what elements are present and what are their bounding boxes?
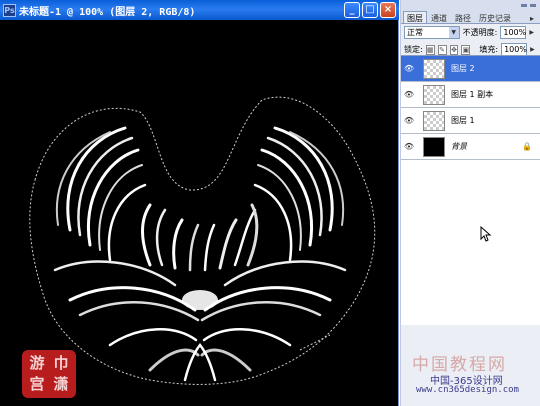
- lock-label: 锁定:: [404, 45, 423, 54]
- chevron-down-icon: ▼: [448, 27, 459, 38]
- panel-close-icon[interactable]: [530, 3, 536, 7]
- document-title-bar[interactable]: Ps 未标题-1 @ 100% (图层 2, RGB/8) _ □ ×: [0, 0, 399, 20]
- seal-char: 巾: [53, 354, 69, 372]
- layers-list: 👁 图层 2 👁 图层 1 副本 👁 图层 1 👁 背景 🔒: [401, 55, 540, 325]
- opacity-input[interactable]: 100%: [500, 26, 527, 39]
- lock-position-icon[interactable]: ✥: [449, 44, 459, 55]
- layer-name: 背景: [451, 142, 467, 151]
- layer-row[interactable]: 👁 图层 1 副本: [401, 82, 540, 108]
- selection-marquee: [29, 96, 376, 385]
- photoshop-icon: Ps: [3, 3, 16, 17]
- layers-panel: 图层 通道 路径 历史记录 ▸ 正常 ▼ 不透明度: 100% ▶ 锁定: ▦ …: [400, 0, 540, 406]
- fill-label: 填充:: [479, 45, 499, 54]
- layer-thumbnail: [423, 110, 445, 131]
- document-title: 未标题-1 @ 100% (图层 2, RGB/8): [19, 6, 196, 18]
- feather-streaks: [53, 126, 347, 382]
- tab-channels[interactable]: 通道: [427, 11, 451, 23]
- document-window: Ps 未标题-1 @ 100% (图层 2, RGB/8) _ □ × 游 巾 …: [0, 0, 399, 406]
- layer-thumbnail: [423, 58, 445, 79]
- blend-row: 正常 ▼ 不透明度: 100% ▶: [401, 24, 540, 41]
- panel-collapse-icon[interactable]: [521, 3, 527, 7]
- panel-menu-icon[interactable]: ▸: [530, 14, 540, 23]
- blend-mode-select[interactable]: 正常 ▼: [404, 26, 460, 39]
- opacity-slider-arrow[interactable]: ▶: [529, 26, 537, 39]
- layer-thumbnail: [423, 136, 445, 157]
- mouse-cursor-icon: [480, 226, 492, 242]
- red-seal-stamp: 游 巾 宫 潇: [22, 350, 76, 398]
- lock-transparency-icon[interactable]: ▦: [425, 44, 435, 55]
- close-button[interactable]: ×: [380, 2, 396, 18]
- lock-icon: 🔒: [522, 142, 532, 151]
- seal-char: 潇: [53, 375, 69, 393]
- layer-row[interactable]: 👁 图层 1: [401, 108, 540, 134]
- tab-layers[interactable]: 图层: [403, 11, 427, 23]
- eye-icon[interactable]: 👁: [401, 90, 417, 99]
- minimize-button[interactable]: _: [344, 2, 360, 18]
- layer-name: 图层 2: [451, 64, 475, 73]
- eye-icon[interactable]: 👁: [401, 64, 417, 73]
- opacity-label: 不透明度:: [462, 28, 498, 37]
- tab-history[interactable]: 历史记录: [475, 11, 515, 23]
- lock-pixels-icon[interactable]: ✎: [437, 44, 447, 55]
- layer-thumbnail: [423, 84, 445, 105]
- eye-icon[interactable]: 👁: [401, 116, 417, 125]
- eye-icon[interactable]: 👁: [401, 142, 417, 151]
- layer-row[interactable]: 👁 图层 2: [401, 56, 540, 82]
- lock-all-icon[interactable]: ▣: [461, 44, 471, 55]
- canvas[interactable]: 游 巾 宫 潇: [0, 20, 398, 406]
- maximize-button[interactable]: □: [362, 2, 378, 18]
- seal-char: 游: [29, 354, 45, 372]
- seal-char: 宫: [29, 375, 45, 393]
- artwork: [29, 96, 376, 385]
- watermark-url: www.cn365design.com: [416, 385, 519, 395]
- panel-grip[interactable]: [401, 0, 540, 10]
- tab-paths[interactable]: 路径: [451, 11, 475, 23]
- layer-name: 图层 1 副本: [451, 90, 494, 99]
- panel-tabs: 图层 通道 路径 历史记录 ▸: [401, 10, 540, 24]
- blend-mode-value: 正常: [407, 28, 423, 37]
- layer-row[interactable]: 👁 背景 🔒: [401, 134, 540, 160]
- layer-name: 图层 1: [451, 116, 475, 125]
